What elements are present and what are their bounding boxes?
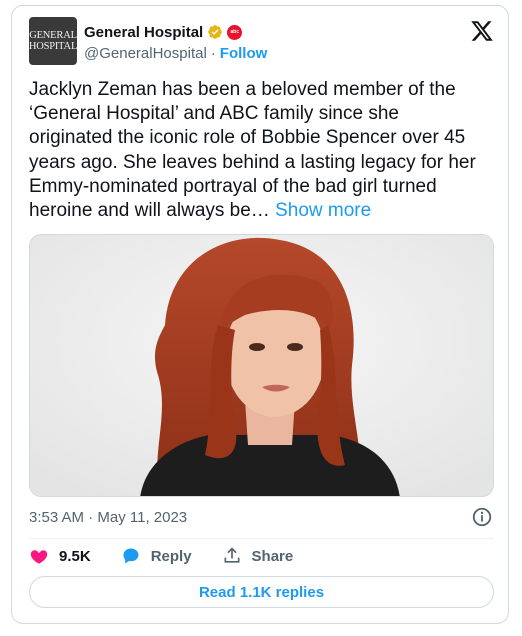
author-block: General Hospital abc @GeneralHospital · …: [84, 22, 268, 63]
divider: [29, 538, 494, 539]
display-name[interactable]: General Hospital: [84, 24, 203, 41]
handle[interactable]: @GeneralHospital: [84, 45, 207, 62]
info-icon[interactable]: [471, 506, 493, 528]
abc-logo-icon: abc: [227, 24, 243, 40]
tweet-card: General Hospital General Hospital abc @G…: [11, 5, 509, 624]
separator-dot: ·: [210, 45, 216, 62]
timestamp[interactable]: 3:53 AM · May 11, 2023: [29, 509, 187, 526]
reply-label: Reply: [150, 547, 192, 565]
avatar-text-line2: Hospital: [28, 41, 78, 52]
read-replies-button[interactable]: Read 1.1K replies: [29, 576, 494, 608]
show-more-link[interactable]: Show more: [275, 200, 371, 221]
x-logo-icon[interactable]: [470, 19, 494, 43]
share-icon: [224, 547, 240, 563]
portrait-image: [30, 235, 493, 496]
share-label: Share: [251, 547, 294, 565]
action-bar: 9.5K Reply Share: [29, 543, 323, 569]
tweet-text: Jacklyn Zeman has been a beloved member …: [29, 78, 499, 223]
tweet-body: Jacklyn Zeman has been a beloved member …: [29, 79, 476, 222]
avatar-text-line1: General: [29, 30, 77, 41]
tweet-photo[interactable]: [29, 234, 494, 497]
like-count: 9.5K: [59, 547, 91, 565]
follow-button[interactable]: Follow: [220, 45, 268, 62]
avatar[interactable]: General Hospital: [29, 17, 77, 65]
heart-icon: [30, 550, 48, 564]
reply-button[interactable]: Reply: [121, 546, 192, 566]
verified-badge-icon: [208, 25, 223, 39]
share-button[interactable]: Share: [222, 546, 294, 566]
reply-icon: [123, 548, 139, 564]
like-button[interactable]: 9.5K: [29, 546, 91, 566]
